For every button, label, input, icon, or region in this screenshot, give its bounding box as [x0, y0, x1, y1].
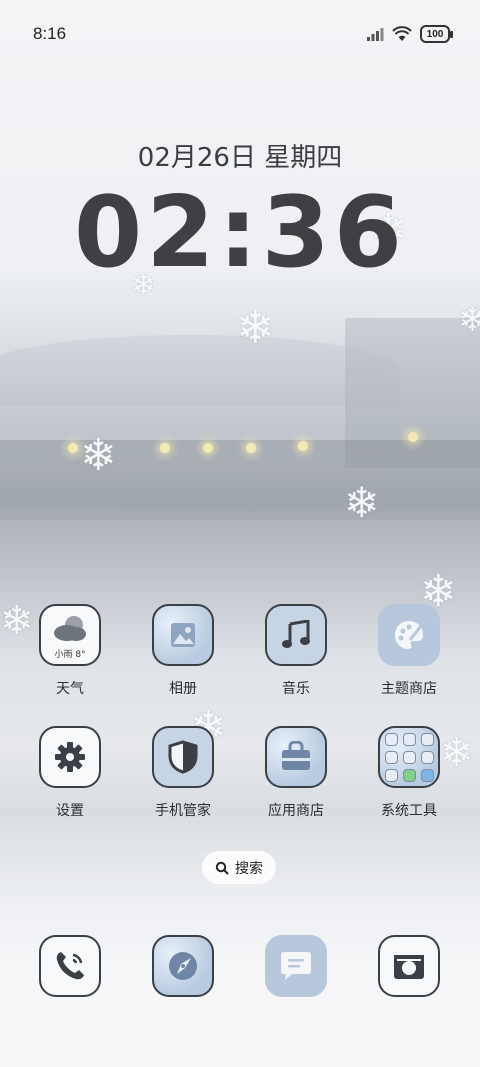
app-label-system-tools: 系统工具: [381, 803, 437, 819]
status-time: 8:16: [33, 24, 67, 43]
battery-icon: 100: [420, 25, 453, 43]
shopping-bag-icon[interactable]: [265, 726, 327, 788]
app-label-theme-store: 主题商店: [381, 681, 437, 697]
wallpaper-light: [246, 443, 256, 453]
status-bar: 8:16 100: [0, 0, 480, 68]
app-label-phone-manager: 手机管家: [155, 803, 211, 819]
wallpaper-light: [408, 432, 418, 442]
search-label: 搜索: [235, 860, 263, 877]
app-gallery[interactable]: 相册: [133, 604, 233, 698]
search-button[interactable]: 搜索: [202, 851, 276, 884]
weather-summary: 小雨 8°: [54, 650, 86, 660]
shield-icon[interactable]: [152, 726, 214, 788]
app-label-weather: 天气: [56, 681, 84, 697]
folder-preview-grid: [384, 732, 434, 782]
message-icon[interactable]: [265, 935, 327, 997]
compass-icon[interactable]: [152, 935, 214, 997]
date-text: 02月26日 星期四: [137, 143, 343, 173]
snowflake-icon: ❄: [344, 478, 380, 527]
app-weather[interactable]: 小雨 8° 天气: [20, 604, 120, 698]
gear-icon[interactable]: [39, 726, 101, 788]
signal-icon: [367, 28, 384, 41]
weather-icon[interactable]: 小雨 8°: [39, 604, 101, 666]
app-label-app-store: 应用商店: [268, 803, 324, 819]
snowflake-icon: ❄: [236, 300, 275, 354]
wallpaper-light: [160, 443, 170, 453]
phone-icon[interactable]: [39, 935, 101, 997]
app-phone-manager[interactable]: 手机管家: [133, 726, 233, 820]
dock-phone[interactable]: [20, 935, 120, 997]
camera-icon[interactable]: [378, 935, 440, 997]
music-icon[interactable]: [265, 604, 327, 666]
app-label-gallery: 相册: [169, 681, 197, 697]
app-settings[interactable]: 设置: [20, 726, 120, 820]
wallpaper-light: [203, 443, 213, 453]
snowflake-icon: ❄: [80, 430, 117, 481]
app-app-store[interactable]: 应用商店: [246, 726, 346, 820]
search-icon: [215, 861, 229, 875]
app-theme-store[interactable]: 主题商店: [359, 604, 459, 698]
clock-time[interactable]: 02:36: [0, 176, 480, 290]
dock-browser[interactable]: [133, 935, 233, 997]
wifi-icon: [392, 26, 412, 41]
wallpaper-hill: [0, 335, 400, 405]
app-label-music: 音乐: [282, 681, 310, 697]
app-music[interactable]: 音乐: [246, 604, 346, 698]
folder-icon[interactable]: [378, 726, 440, 788]
gallery-icon[interactable]: [152, 604, 214, 666]
dock-camera[interactable]: [359, 935, 459, 997]
palette-icon[interactable]: [378, 604, 440, 666]
app-system-tools[interactable]: 系统工具: [359, 726, 459, 820]
dock-messages[interactable]: [246, 935, 346, 997]
status-icons: 100: [366, 25, 453, 43]
wallpaper-light: [68, 443, 78, 453]
snowflake-icon: ❄: [458, 300, 480, 340]
app-label-settings: 设置: [56, 803, 84, 819]
wallpaper-light: [298, 441, 308, 451]
